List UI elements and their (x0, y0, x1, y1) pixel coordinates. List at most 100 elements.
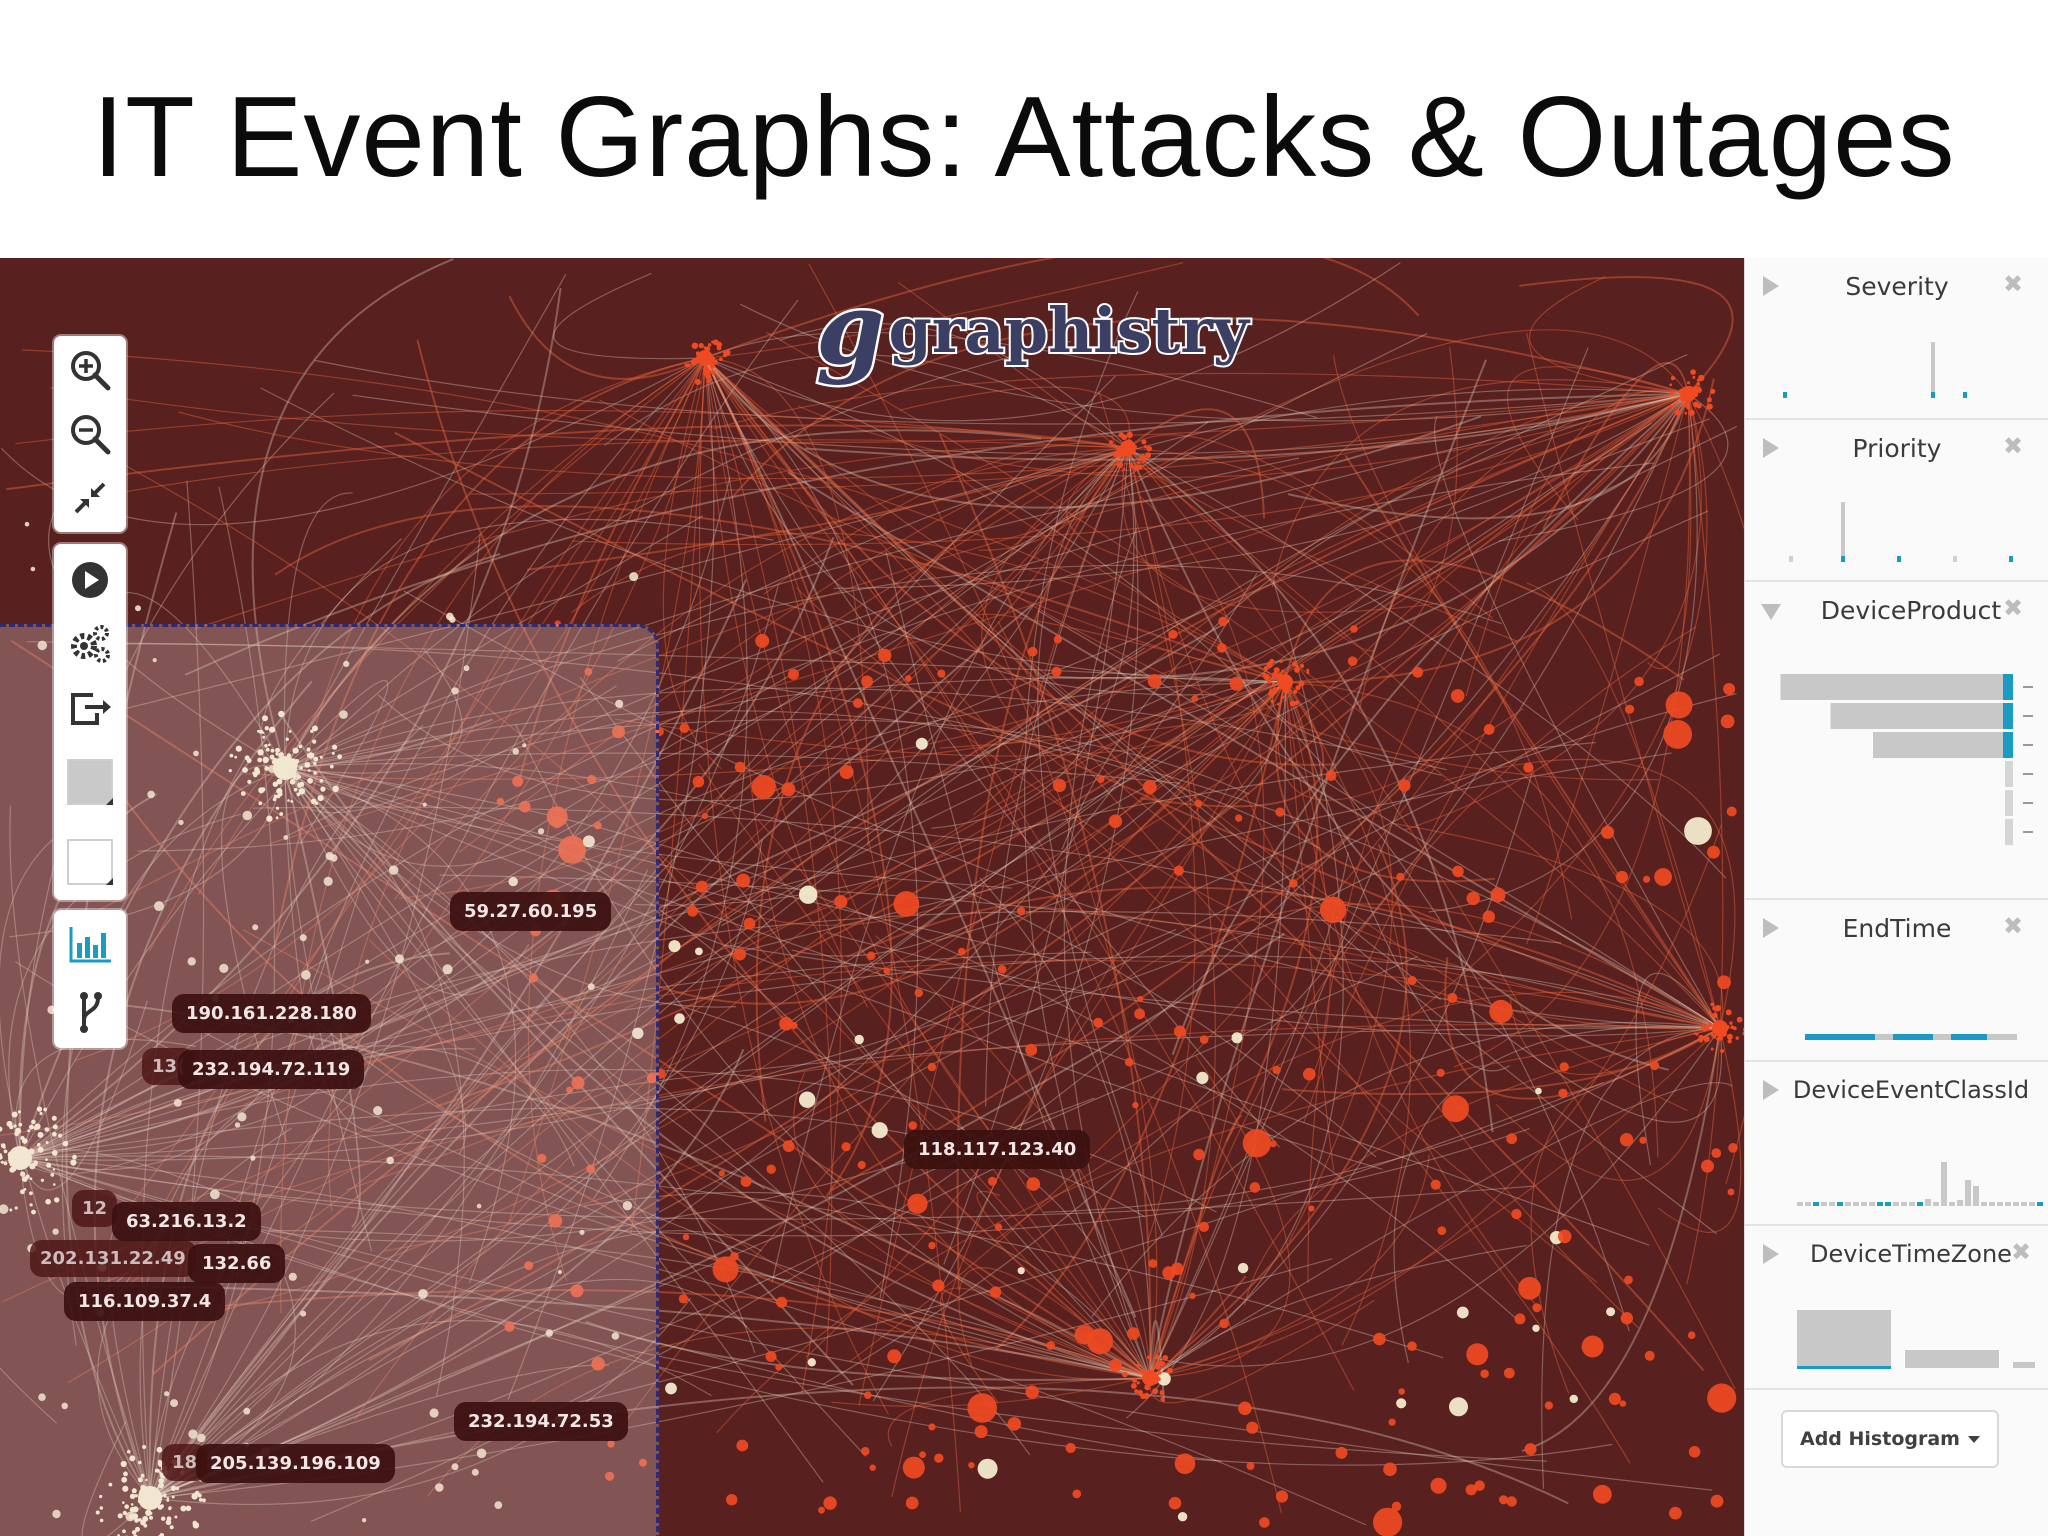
graph-node[interactable] (1246, 1421, 1259, 1434)
graph-node[interactable] (718, 1170, 725, 1177)
graph-node[interactable] (1707, 1383, 1737, 1413)
graph-node[interactable] (1503, 1367, 1515, 1379)
graph-node[interactable] (997, 964, 1007, 974)
graph-node[interactable] (1581, 1335, 1604, 1358)
graph-node[interactable] (1093, 1017, 1103, 1028)
graph-node[interactable] (775, 1363, 783, 1371)
add-histogram-button[interactable]: Add Histogram (1781, 1410, 1999, 1468)
graph-node[interactable] (1558, 1088, 1568, 1098)
graph-node[interactable] (687, 905, 698, 917)
device-product-histogram[interactable] (1745, 582, 2048, 898)
graph-node[interactable] (1238, 1401, 1252, 1416)
graph-node[interactable] (1624, 1275, 1633, 1285)
graph-node[interactable] (905, 675, 912, 682)
graph-node[interactable] (776, 1296, 788, 1308)
graph-node[interactable] (1193, 1148, 1205, 1161)
graph-node[interactable] (1396, 872, 1405, 881)
graph-node[interactable] (1194, 799, 1203, 808)
graph-node[interactable] (1450, 689, 1465, 703)
device-event-class-histogram[interactable] (1745, 1062, 2048, 1224)
graph-node[interactable] (927, 1062, 937, 1072)
graph-node[interactable] (1619, 1400, 1627, 1407)
graph-node[interactable] (1025, 1043, 1038, 1056)
graph-node[interactable] (695, 880, 708, 893)
zoom-out-button[interactable] (54, 402, 126, 466)
graph-node[interactable] (994, 1223, 1003, 1231)
graph-node[interactable] (1173, 865, 1184, 876)
graph-node[interactable] (864, 1391, 872, 1399)
graph-node[interactable] (914, 988, 923, 998)
graph-node[interactable] (1436, 1068, 1445, 1077)
graph-node[interactable] (751, 775, 776, 799)
graph-node[interactable] (665, 1382, 677, 1395)
graph-node[interactable] (1707, 845, 1720, 859)
graph-node[interactable] (1147, 674, 1162, 688)
graph-node[interactable] (1132, 1101, 1139, 1109)
graph-node[interactable] (1557, 1229, 1572, 1244)
graph-node[interactable] (1511, 1208, 1522, 1220)
zoom-in-button[interactable] (54, 338, 126, 402)
ip-label[interactable]: 190.161.228.180 (172, 994, 371, 1033)
graph-node[interactable] (1606, 1307, 1616, 1317)
graph-node[interactable] (1242, 1129, 1272, 1158)
graph-node[interactable] (1650, 1060, 1660, 1071)
graph-viewport[interactable]: g graphistry 13(12 202.131.22.49 18 59.… (0, 258, 1744, 1536)
graph-node[interactable] (1217, 643, 1227, 653)
graph-node[interactable] (1615, 870, 1629, 884)
graph-node[interactable] (1325, 770, 1337, 781)
graph-node[interactable] (1025, 1385, 1039, 1399)
graph-node[interactable] (1275, 1490, 1289, 1503)
graph-node[interactable] (1506, 1496, 1517, 1507)
graph-node[interactable] (957, 947, 966, 956)
graph-node[interactable] (1711, 1148, 1722, 1158)
graph-node[interactable] (1383, 1462, 1397, 1477)
graph-node[interactable] (1412, 666, 1424, 678)
graph-node[interactable] (1259, 1517, 1270, 1528)
graph-node[interactable] (1430, 1477, 1447, 1494)
graph-node[interactable] (1051, 666, 1062, 677)
graph-node[interactable] (907, 1193, 928, 1214)
graph-node[interactable] (1168, 629, 1178, 639)
graph-node[interactable] (841, 1142, 851, 1152)
graph-node[interactable] (1016, 906, 1026, 916)
graph-node[interactable] (1625, 704, 1635, 714)
graph-node[interactable] (861, 675, 873, 688)
graph-node[interactable] (893, 891, 920, 917)
play-button[interactable] (54, 548, 126, 612)
graph-node[interactable] (1308, 1205, 1315, 1212)
graph-node[interactable] (30, 566, 36, 572)
graph-node[interactable] (878, 648, 892, 663)
export-button[interactable] (54, 676, 126, 740)
graph-node[interactable] (977, 1458, 998, 1479)
graph-node[interactable] (679, 723, 690, 734)
graph-node[interactable] (1669, 1506, 1682, 1520)
graph-node[interactable] (1452, 865, 1464, 878)
graph-node[interactable] (674, 1013, 685, 1024)
foreground-color-button[interactable] (54, 830, 126, 894)
graph-node[interactable] (740, 1176, 752, 1187)
graph-node[interactable] (1219, 1318, 1229, 1329)
end-time-histogram[interactable] (1745, 900, 2048, 1060)
graph-node[interactable] (1237, 1262, 1249, 1274)
graph-node[interactable] (1065, 1442, 1076, 1454)
graph-node[interactable] (932, 1279, 945, 1292)
graph-node[interactable] (1723, 683, 1736, 695)
graph-node[interactable] (818, 1506, 825, 1514)
graph-node[interactable] (967, 1393, 997, 1423)
graph-node[interactable] (928, 1423, 936, 1431)
graph-node[interactable] (788, 668, 799, 680)
graph-node[interactable] (928, 1241, 936, 1250)
graph-node[interactable] (1665, 691, 1693, 719)
graph-node[interactable] (1639, 1136, 1647, 1144)
graph-node[interactable] (1482, 910, 1496, 923)
graph-node[interactable] (1319, 896, 1347, 923)
graph-node[interactable] (1097, 775, 1105, 784)
graph-node[interactable] (1191, 695, 1199, 702)
priority-histogram[interactable] (1745, 420, 2048, 580)
ip-label[interactable]: 132.66 (188, 1244, 286, 1283)
graph-node[interactable] (934, 1453, 944, 1463)
graph-node[interactable] (733, 948, 747, 961)
graph-node[interactable] (1447, 992, 1458, 1004)
graph-node[interactable] (730, 1252, 739, 1261)
graph-node[interactable] (1601, 825, 1615, 839)
